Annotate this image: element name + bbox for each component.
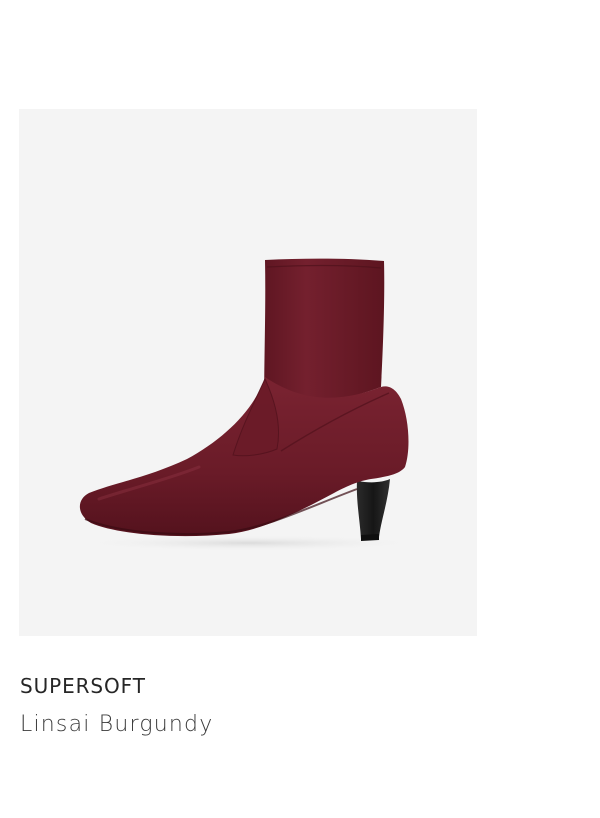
product-name-link[interactable]: Linsai Burgundy	[20, 710, 213, 740]
brand-label: SUPERSOFT	[20, 674, 146, 698]
product-card: SUPERSOFT Linsai Burgundy	[0, 0, 600, 818]
boot-icon	[74, 258, 424, 551]
product-image[interactable]	[19, 109, 477, 636]
